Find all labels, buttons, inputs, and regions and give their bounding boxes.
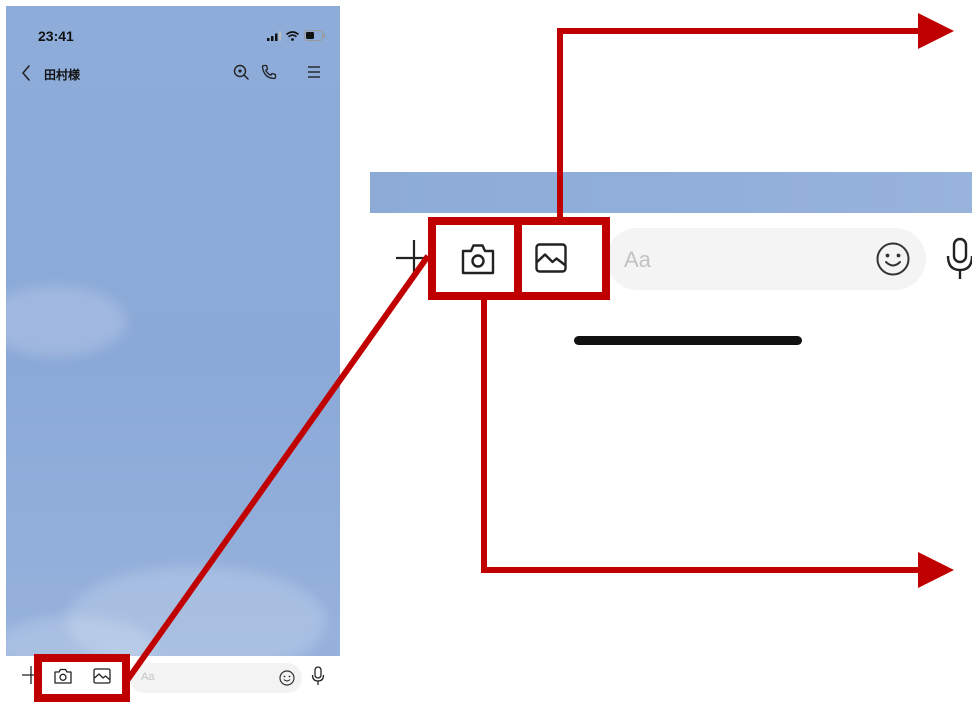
microphone-icon[interactable] — [945, 236, 972, 282]
battery-icon — [304, 30, 326, 41]
search-icon[interactable] — [232, 63, 250, 81]
phone-call-icon[interactable] — [260, 63, 278, 81]
phone-screenshot: 23:41 田村様 Aa — [6, 6, 340, 704]
camera-icon[interactable] — [53, 667, 73, 685]
status-time: 23:41 — [38, 28, 74, 44]
chat-background — [6, 6, 340, 676]
image-icon[interactable] — [534, 242, 568, 274]
camera-icon[interactable] — [460, 242, 496, 276]
status-bar: 23:41 — [6, 6, 340, 50]
menu-icon[interactable] — [306, 63, 322, 81]
home-indicator — [574, 336, 802, 345]
wifi-icon — [286, 30, 299, 41]
plus-icon[interactable] — [394, 238, 434, 278]
emoji-icon[interactable] — [874, 240, 912, 278]
message-input[interactable]: Aa — [130, 663, 302, 693]
signal-icon — [267, 30, 281, 41]
emoji-icon[interactable] — [278, 669, 296, 687]
message-input-placeholder: Aa — [624, 247, 651, 272]
back-chevron-icon[interactable] — [20, 64, 32, 82]
zoomed-chat-background-strip — [370, 172, 972, 213]
microphone-icon[interactable] — [310, 665, 326, 687]
chat-header: 田村様 — [6, 62, 340, 86]
image-icon[interactable] — [92, 667, 112, 685]
chat-title: 田村様 — [44, 68, 81, 82]
message-input-placeholder: Aa — [141, 671, 155, 683]
zoomed-input-area: Aa — [370, 172, 972, 704]
message-input-bar: Aa — [6, 656, 340, 704]
plus-icon[interactable] — [20, 664, 42, 686]
message-input[interactable]: Aa — [606, 228, 926, 290]
status-icons — [267, 30, 326, 41]
